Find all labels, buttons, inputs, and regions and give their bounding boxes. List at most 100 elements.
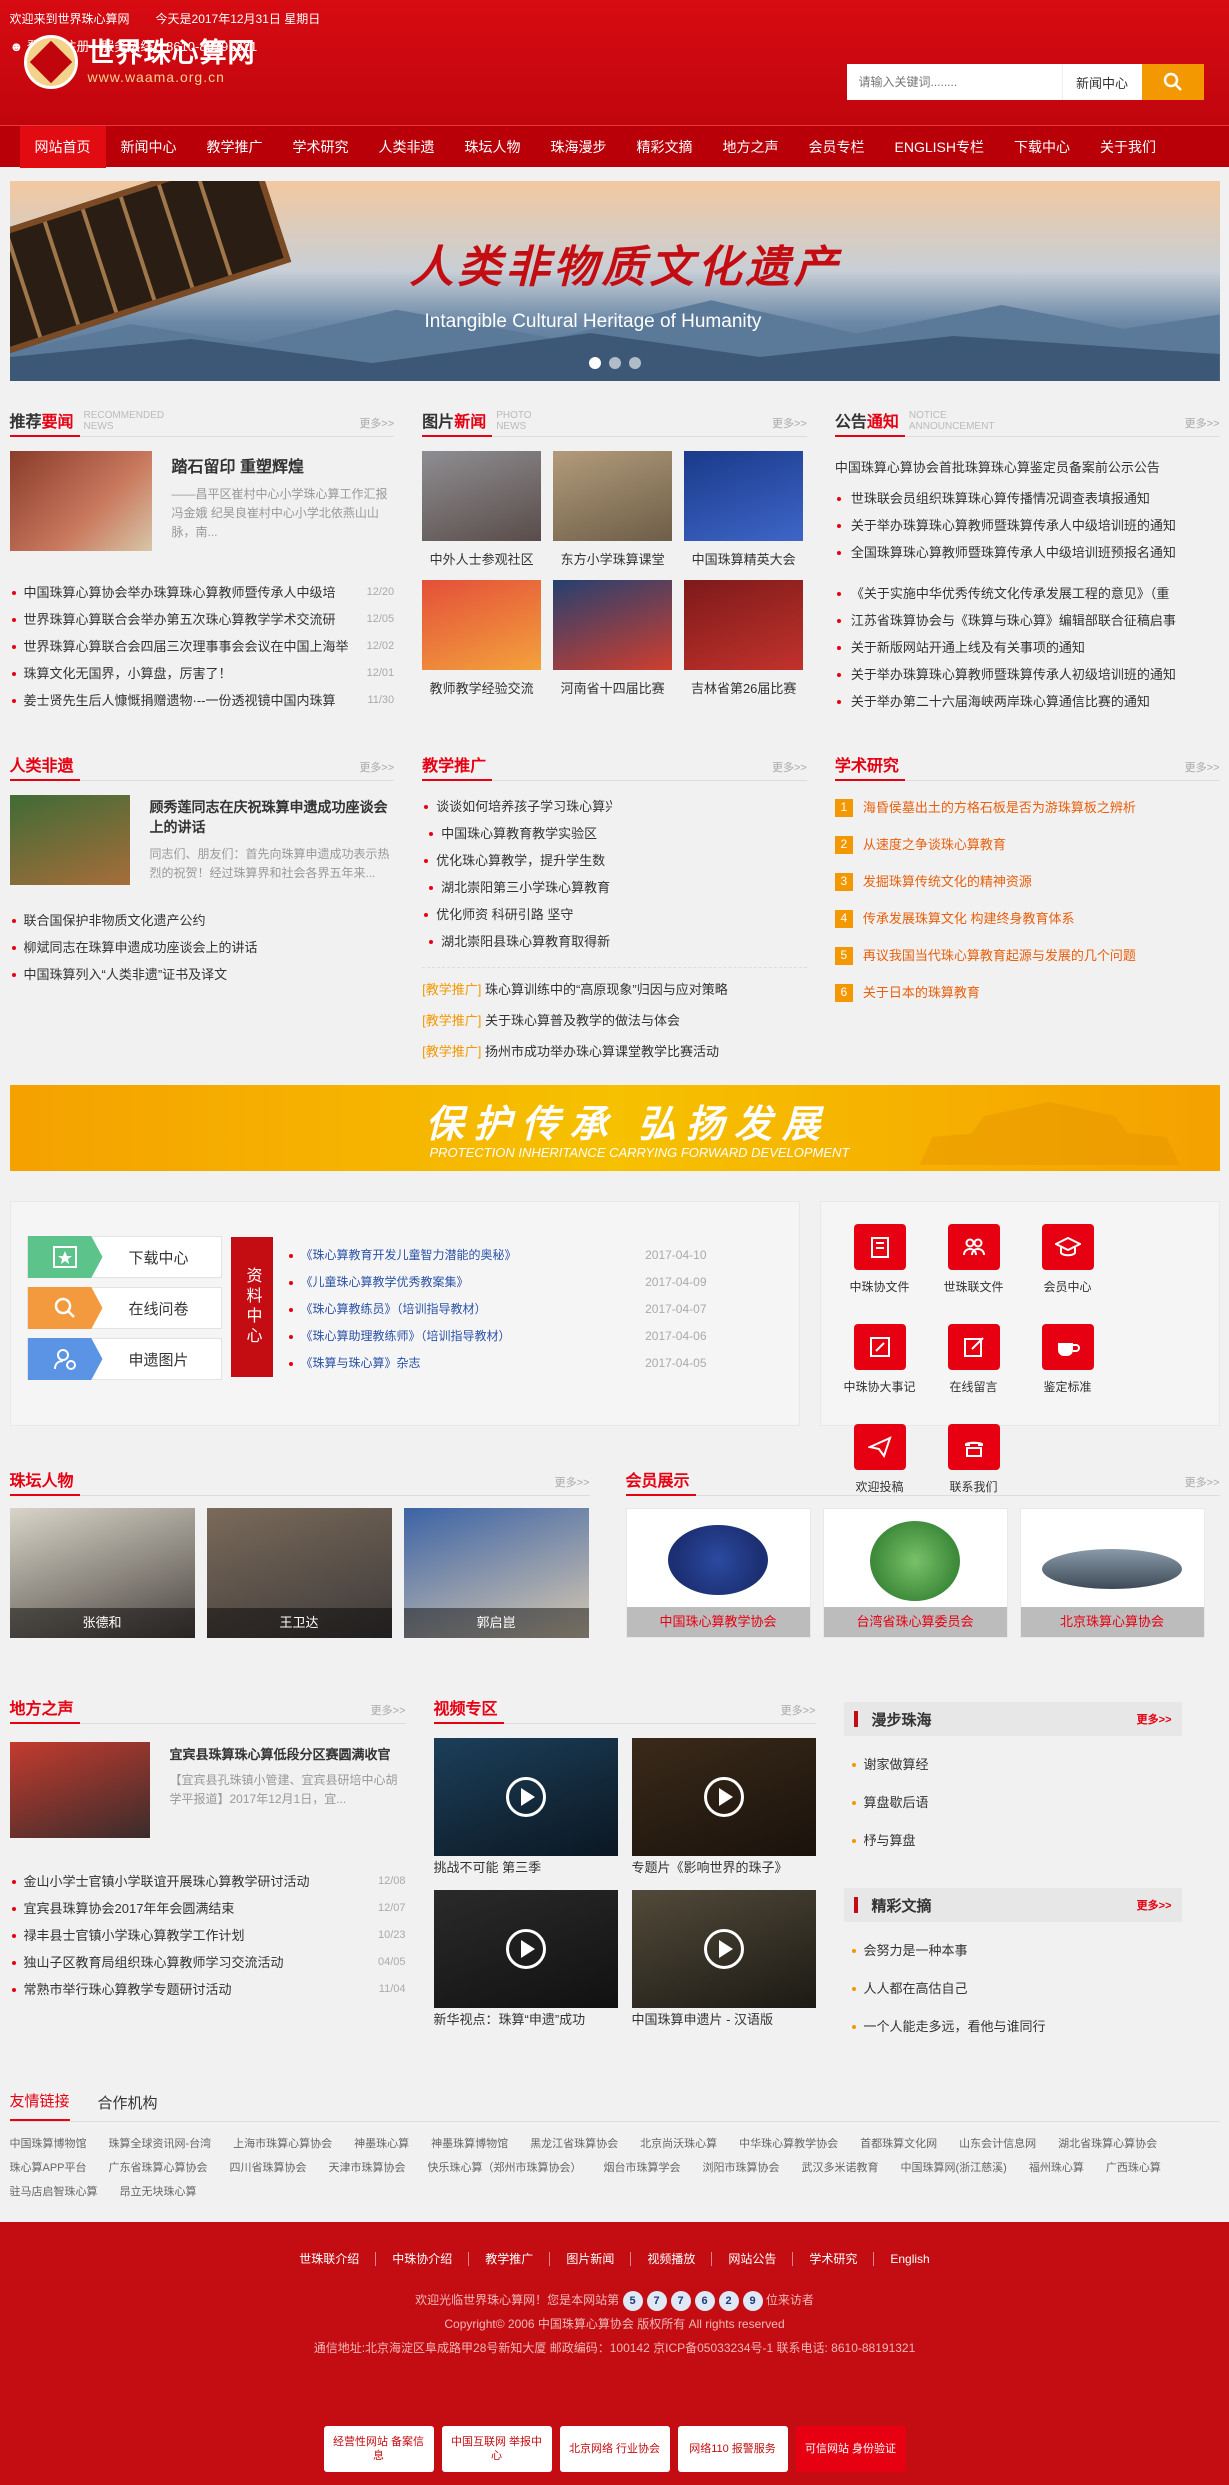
nav-item-local[interactable]: 地方之声 — [708, 126, 794, 168]
friend-link[interactable]: 烟台市珠算学会 — [604, 2156, 681, 2180]
friend-link[interactable]: 浏阳市珠算协会 — [703, 2156, 780, 2180]
photo-item[interactable]: 中外人士参观社区 — [422, 451, 542, 568]
friend-link[interactable]: 武汉多米诺教育 — [802, 2156, 879, 2180]
more-link[interactable]: 更多>> — [359, 415, 394, 431]
video-card[interactable]: 中国珠算申遗片 - 汉语版 — [631, 1890, 816, 2032]
sidebar-item[interactable]: 杼与算盘 — [850, 1822, 1182, 1860]
friend-link[interactable]: 中国珠算网(浙江慈溪) — [901, 2156, 1007, 2180]
video-card[interactable]: 挑战不可能 第三季 — [433, 1738, 618, 1880]
friend-link[interactable]: 四川省珠算协会 — [230, 2156, 307, 2180]
footer-nav-item[interactable]: 中珠协介绍 — [376, 2252, 470, 2266]
banner-dot[interactable] — [588, 357, 601, 369]
quick-link-message[interactable]: 在线留言 — [927, 1324, 1021, 1424]
photo-item[interactable]: 河南省十四届比赛 — [553, 580, 673, 697]
download-item[interactable]: 《儿童珠心算教学优秀教案集》 2017-04-09 — [287, 1269, 707, 1296]
sidebar-item[interactable]: 会努力是一种本事 — [850, 1932, 1182, 1970]
banner-dot[interactable] — [628, 357, 641, 369]
list-item[interactable]: 独山子区教育局组织珠心算教师学习交流活动 04/05 — [10, 1949, 406, 1976]
nav-item-stroll[interactable]: 珠海漫步 — [536, 126, 622, 168]
friend-link[interactable]: 天津市珠算协会 — [329, 2156, 406, 2180]
list-item[interactable]: 姜士贤先生后人慷慨捐赠遗物·--一份透视镜中国内珠算 11/30 — [10, 687, 394, 714]
footer-nav-item[interactable]: English — [874, 2252, 945, 2266]
nav-item-members[interactable]: 会员专栏 — [794, 126, 880, 168]
nav-item-about[interactable]: 关于我们 — [1085, 126, 1171, 168]
trust-badge[interactable]: 中国互联网 举报中心 — [441, 2426, 552, 2472]
trust-badge[interactable]: 可信网站 身份验证 — [795, 2426, 906, 2472]
sidebar-item[interactable]: 人人都在高估自己 — [850, 1970, 1182, 2008]
download-item[interactable]: 《珠心算教练员》（培训指导教材） 2017-04-07 — [287, 1296, 707, 1323]
friend-link[interactable]: 黑龙江省珠算协会 — [530, 2132, 618, 2156]
ranked-item[interactable]: 1 海昏侯墓出土的方格石板是否为游珠算板之辨析 — [834, 789, 1220, 826]
search-input[interactable] — [846, 64, 1062, 100]
ranked-item[interactable]: 5 再议我国当代珠心算教育起源与发展的几个问题 — [834, 937, 1220, 974]
friend-link[interactable]: 中华珠心算教学协会 — [739, 2132, 838, 2156]
more-link[interactable]: 更多>> — [1185, 1474, 1220, 1490]
quick-link-events[interactable]: 中珠协大事记 — [833, 1324, 927, 1424]
more-link[interactable]: 更多>> — [1137, 1897, 1172, 1913]
more-link[interactable]: 更多>> — [1185, 415, 1220, 431]
trust-badge[interactable]: 北京网络 行业协会 — [559, 2426, 670, 2472]
friend-link[interactable]: 快乐珠心算（郑州市珠算协会） — [428, 2156, 582, 2180]
online-survey-button[interactable]: 在线问卷 — [26, 1287, 222, 1329]
notice-item[interactable]: 关于新版网站开通上线及有关事项的通知 — [835, 634, 1220, 661]
quick-link-member-center[interactable]: 会员中心 — [1021, 1224, 1115, 1324]
list-item[interactable]: 世界珠算心算联合会举办第五次珠心算教学学术交流研 12/05 — [10, 606, 394, 633]
tagged-item[interactable]: [教学推广] 扬州市成功举办珠心算课堂教学比赛活动 — [422, 1036, 807, 1067]
search-category-select[interactable]: 新闻中心 — [1061, 64, 1142, 100]
tagged-item[interactable]: [教学推广] 关于珠心算普及教学的做法与体会 — [422, 1005, 807, 1036]
list-item[interactable]: 常熟市举行珠心算教学专题研讨活动 11/04 — [10, 1976, 406, 2003]
list-item[interactable]: 柳斌同志在珠算申遗成功座谈会上的讲话 — [10, 934, 395, 961]
notice-headline[interactable]: 中国珠算心算协会首批珠算珠心算鉴定员备案前公示公告 — [835, 455, 1220, 481]
friend-link[interactable]: 上海市珠算心算协会 — [233, 2132, 332, 2156]
friend-link[interactable]: 中国珠算博物馆 — [10, 2132, 87, 2156]
tagged-item[interactable]: [教学推广] 珠心算训练中的“高原现象”归因与应对策略 — [422, 974, 807, 1005]
notice-item[interactable]: 《关于实施中华优秀传统文化传承发展工程的意见》（重 — [835, 580, 1220, 607]
list-item[interactable]: 金山小学士官镇小学联谊开展珠心算教学研讨活动 12/08 — [10, 1868, 406, 1895]
list-item[interactable]: 湖北崇阳县珠心算教育取得新 — [427, 928, 617, 955]
friend-link[interactable]: 神墨珠心算 — [354, 2132, 409, 2156]
nav-item-teaching[interactable]: 教学推广 — [192, 126, 278, 168]
friend-link[interactable]: 首都珠算文化网 — [860, 2132, 937, 2156]
feature-article[interactable]: 宜宾县珠算珠心算低段分区赛圆满收官 【宜宾县孔珠镇小管建、宜宾县研培中心胡学平报… — [9, 1742, 406, 1838]
quick-link-standards[interactable]: 鉴定标准 — [1021, 1324, 1115, 1424]
heritage-pictures-button[interactable]: 申遗图片 — [26, 1338, 222, 1380]
notice-item[interactable]: 关于举办第二十六届海峡两岸珠心算通信比赛的通知 — [835, 688, 1220, 715]
friend-link[interactable]: 山东会计信息网 — [959, 2132, 1036, 2156]
friend-link[interactable]: 珠心算APP平台 — [10, 2156, 87, 2180]
photo-item[interactable]: 中国珠算精英大会 — [684, 451, 804, 568]
member-card[interactable]: 北京珠算心算协会 — [1019, 1508, 1205, 1638]
sidebar-item[interactable]: 一个人能走多远，看他与谁同行 — [850, 2008, 1182, 2046]
friend-link[interactable]: 湖北省珠算心算协会 — [1058, 2132, 1157, 2156]
nav-item-english[interactable]: ENGLISH专栏 — [880, 126, 999, 168]
download-item[interactable]: 《珠算与珠心算》杂志 2017-04-05 — [287, 1350, 707, 1377]
notice-item[interactable]: 江苏省珠算协会与《珠算与珠心算》编辑部联合征稿启事 — [835, 607, 1220, 634]
nav-item-heritage[interactable]: 人类非遗 — [364, 126, 450, 168]
quick-link-cpa-docs[interactable]: 中珠协文件 — [833, 1224, 927, 1324]
friend-link[interactable]: 神墨珠算博物馆 — [431, 2132, 508, 2156]
trust-badge[interactable]: 经营性网站 备案信息 — [323, 2426, 434, 2472]
list-item[interactable]: 宜宾县珠算协会2017年年会圆满结束 12/07 — [10, 1895, 406, 1922]
list-item[interactable]: 湖北崇阳第三小学珠心算教育 — [427, 874, 617, 901]
ranked-item[interactable]: 6 关于日本的珠算教育 — [834, 974, 1220, 1011]
footer-nav-item[interactable]: 图片新闻 — [550, 2252, 632, 2266]
person-card[interactable]: 郭启崑 — [403, 1508, 589, 1638]
notice-item[interactable]: 关于举办珠算珠心算教师暨珠算传承人初级培训班的通知 — [835, 661, 1220, 688]
more-link[interactable]: 更多>> — [781, 1702, 816, 1718]
photo-item[interactable]: 吉林省第26届比赛 — [684, 580, 804, 697]
member-card[interactable]: 中国珠心算教学协会 — [625, 1508, 811, 1638]
more-link[interactable]: 更多>> — [1137, 1711, 1172, 1727]
hero-banner[interactable]: 人类非物质文化遗产 Intangible Cultural Heritage o… — [9, 181, 1220, 381]
person-card[interactable]: 张德和 — [9, 1508, 195, 1638]
nav-item-academic[interactable]: 学术研究 — [278, 126, 364, 168]
notice-item[interactable]: 全国珠算珠心算教师暨珠算传承人中级培训班预报名通知 — [835, 539, 1220, 566]
footer-nav-item[interactable]: 视频播放 — [631, 2252, 713, 2266]
list-item[interactable]: 中国珠算心算协会举办珠算珠心算教师暨传承人中级培 12/20 — [10, 579, 394, 606]
list-item[interactable]: 谈谈如何培养孩子学习珠心算兴趣 — [422, 793, 612, 820]
site-logo[interactable]: 世界珠心算网 www.waama.org.cn — [23, 35, 256, 89]
nav-item-home[interactable]: 网站首页 — [19, 126, 106, 168]
more-link[interactable]: 更多>> — [371, 1702, 406, 1718]
ranked-item[interactable]: 3 发掘珠算传统文化的精神资源 — [834, 863, 1220, 900]
ranked-item[interactable]: 2 从速度之争谈珠心算教育 — [834, 826, 1220, 863]
footer-nav-item[interactable]: 学术研究 — [793, 2252, 875, 2266]
list-item[interactable]: 中国珠算列入“人类非遗”证书及译文 — [10, 961, 395, 988]
